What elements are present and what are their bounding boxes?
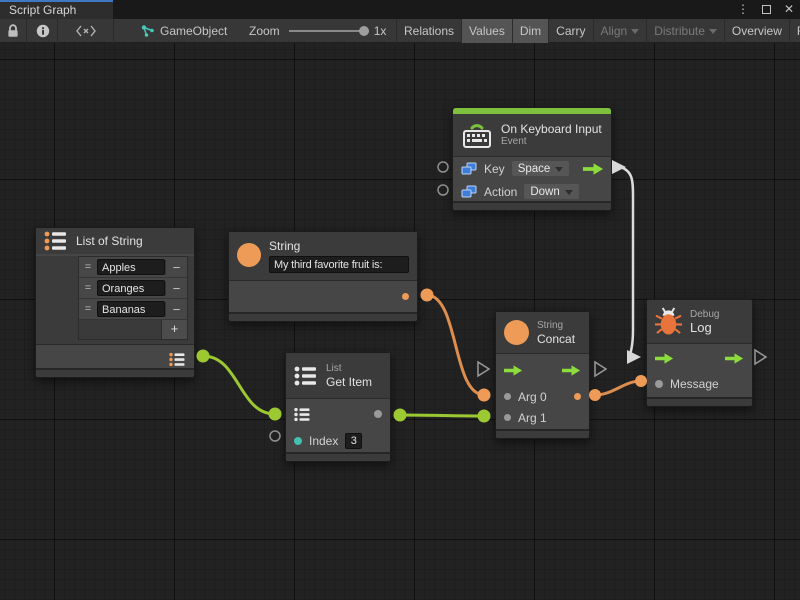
toolbar-toggle-group: Relations Values Dim Carry Align Distrib… — [396, 19, 800, 43]
node-title: Concat — [537, 332, 575, 346]
overview-button[interactable]: Overview — [725, 19, 790, 43]
string-output-port-icon[interactable] — [402, 293, 409, 300]
list-item-input[interactable]: Oranges — [97, 280, 165, 296]
node-debug-log[interactable]: Debug Log Message — [646, 299, 753, 407]
add-item-button[interactable]: + — [161, 320, 187, 339]
arg1-port-label: Arg 1 — [518, 411, 547, 425]
action-value-dropdown[interactable]: Down — [524, 184, 578, 199]
graph-toolbar: GameObject Zoom 1x Relations Values Dim … — [0, 19, 800, 43]
message-port-icon[interactable] — [655, 380, 663, 388]
lock-icon — [7, 24, 19, 38]
key-value-dropdown[interactable]: Space — [512, 161, 570, 176]
arg0-port-icon[interactable] — [504, 393, 511, 400]
zoom-label: Zoom — [249, 24, 280, 38]
string-type-icon — [237, 243, 261, 267]
flow-output-arrow-icon[interactable] — [583, 162, 604, 176]
node-title: String — [269, 239, 409, 253]
list-item-row: = Bananas − — [79, 299, 187, 320]
message-port-label: Message — [670, 377, 719, 391]
dim-button[interactable]: Dim — [513, 19, 549, 43]
values-button[interactable]: Values — [462, 19, 513, 43]
info-button[interactable] — [28, 19, 58, 43]
node-title: List of String — [76, 234, 143, 248]
node-subtitle: List — [326, 363, 372, 375]
relations-button[interactable]: Relations — [397, 19, 462, 43]
gameobject-label: GameObject — [160, 24, 227, 38]
lock-button[interactable] — [0, 19, 27, 43]
node-subtitle: Debug — [690, 309, 719, 321]
flow-output-arrow-icon[interactable] — [725, 352, 744, 365]
zoom-control: Zoom 1x — [249, 19, 386, 43]
node-string-literal[interactable]: String My third favorite fruit is: — [228, 231, 418, 322]
window-controls: ⋮ ✕ — [737, 0, 794, 19]
remove-item-button[interactable]: − — [165, 260, 187, 275]
list-item-row: = Oranges − — [79, 278, 187, 299]
remove-item-button[interactable]: − — [165, 281, 187, 296]
string-value-input[interactable]: My third favorite fruit is: — [269, 256, 409, 273]
node-list-of-string[interactable]: List of String = Apples − = Oranges − = … — [35, 227, 195, 378]
arg0-port-label: Arg 0 — [518, 390, 547, 404]
key-port-label: Key — [484, 162, 505, 176]
action-port-label: Action — [484, 185, 517, 199]
node-title: On Keyboard Input — [501, 122, 602, 136]
carry-button[interactable]: Carry — [549, 19, 593, 43]
arg1-port-icon[interactable] — [504, 414, 511, 421]
fullscreen-button[interactable]: Full Scre — [790, 19, 800, 43]
string-type-icon — [504, 320, 529, 345]
list-input-port-icon[interactable] — [294, 407, 311, 422]
chevron-down-icon — [555, 167, 563, 172]
list-item-row: = Apples − — [79, 257, 187, 278]
info-icon — [36, 24, 50, 38]
list-output-port-icon[interactable] — [169, 352, 186, 367]
chevron-down-icon — [709, 29, 717, 34]
flow-input-arrow-icon[interactable] — [655, 352, 674, 365]
bug-icon — [655, 306, 682, 337]
item-output-port-icon[interactable] — [374, 410, 382, 418]
chevron-down-icon — [565, 190, 573, 195]
flow-output-arrow-icon[interactable] — [562, 364, 581, 377]
drag-handle-icon[interactable]: = — [79, 282, 97, 294]
angle-brackets-x-icon — [75, 25, 97, 37]
index-port-label: Index — [309, 434, 338, 448]
script-graph-window: Script Graph ⋮ ✕ — [0, 0, 800, 600]
list-icon — [44, 230, 68, 252]
node-subtitle: String — [537, 320, 575, 332]
zoom-slider-handle[interactable] — [359, 26, 369, 36]
flow-input-arrow-icon[interactable] — [504, 364, 523, 377]
tab-strip: Script Graph ⋮ ✕ — [0, 0, 800, 19]
close-icon[interactable]: ✕ — [784, 0, 794, 19]
enum-icon — [461, 185, 477, 199]
zoom-slider[interactable] — [289, 30, 369, 32]
list-item-input[interactable]: Apples — [97, 259, 165, 275]
gameobject-reference[interactable]: GameObject — [140, 19, 227, 43]
remove-item-button[interactable]: − — [165, 302, 187, 317]
maximize-icon[interactable] — [762, 5, 771, 14]
align-dropdown[interactable]: Align — [594, 19, 648, 43]
drag-handle-icon[interactable]: = — [79, 303, 97, 315]
integer-port-icon[interactable] — [294, 437, 302, 445]
list-icon — [294, 365, 318, 387]
string-list-editor: = Apples − = Oranges − = Bananas − + — [78, 256, 188, 340]
chevron-down-icon — [631, 29, 639, 34]
node-subtitle: Event — [501, 136, 602, 148]
node-title: Get Item — [326, 375, 372, 389]
node-concat[interactable]: String Concat Arg 0 Arg 1 — [495, 311, 590, 439]
graph-network-icon — [140, 24, 155, 38]
drag-handle-icon[interactable]: = — [79, 261, 97, 273]
distribute-dropdown[interactable]: Distribute — [647, 19, 725, 43]
enum-icon — [461, 162, 477, 176]
index-value-input[interactable]: 3 — [345, 433, 362, 449]
keyboard-icon — [461, 120, 493, 150]
tab-script-graph[interactable]: Script Graph — [0, 0, 113, 19]
node-on-keyboard-input[interactable]: On Keyboard Input Event Key Space — [452, 107, 612, 211]
node-title: Log — [690, 321, 719, 335]
zoom-value: 1x — [374, 24, 387, 38]
kebab-menu-icon[interactable]: ⋮ — [737, 0, 749, 19]
node-get-item[interactable]: List Get Item Index 3 — [285, 352, 391, 462]
list-item-input[interactable]: Bananas — [97, 301, 165, 317]
result-output-port-icon[interactable] — [574, 393, 581, 400]
embed-code-button[interactable] — [59, 19, 114, 43]
